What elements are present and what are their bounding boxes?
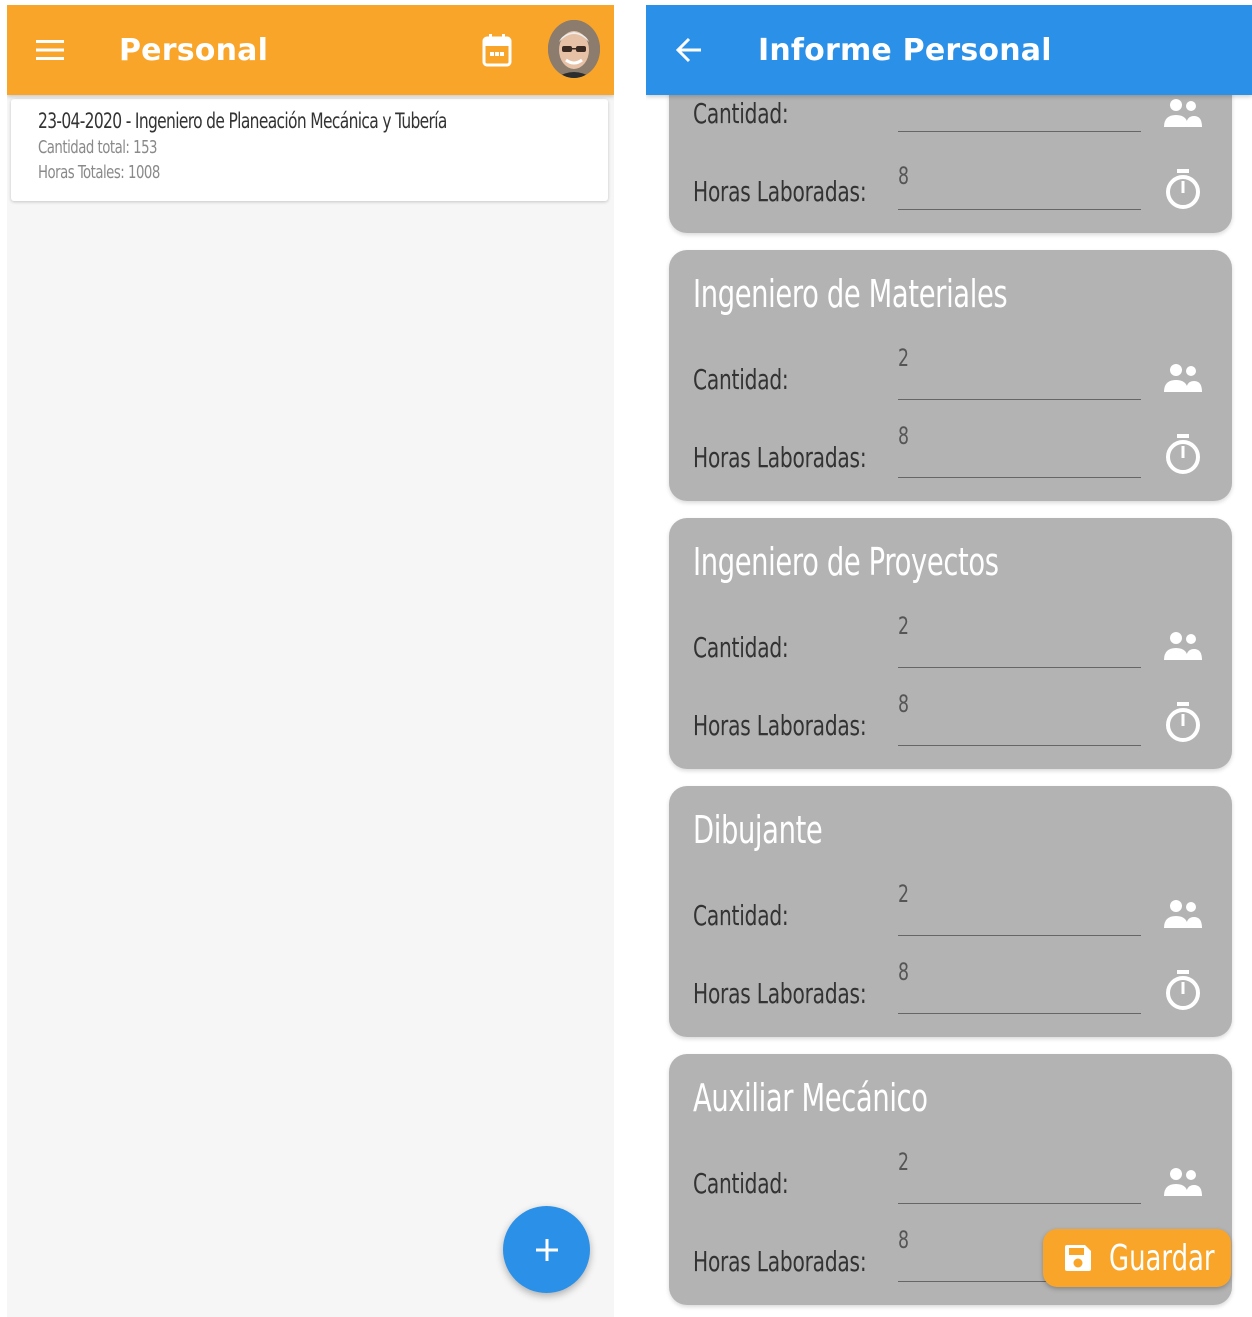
save-icon [1063, 1243, 1093, 1273]
hours-value[interactable]: 8 [898, 1226, 909, 1254]
role-card-list: Cantidad: 8 Horas Laboradas: Ingeniero d… [646, 5, 1252, 1317]
hours-value[interactable]: 8 [898, 958, 909, 986]
hours-label: Horas Laboradas: [693, 1245, 867, 1278]
hours-input[interactable] [898, 477, 1141, 478]
hours-label: Horas Laboradas: [693, 977, 867, 1010]
list-item[interactable]: 23-04-2020 - Ingeniero de Planeación Mec… [11, 99, 608, 201]
people-icon [1161, 91, 1205, 135]
hours-label: Horas Laboradas: [693, 709, 867, 742]
quantity-value[interactable]: 2 [898, 612, 909, 640]
hours-input[interactable] [898, 1013, 1141, 1014]
people-icon [1161, 356, 1205, 400]
hours-input[interactable] [898, 209, 1141, 210]
role-card: Ingeniero de Proyectos 2 Cantidad: 8 Hor… [669, 518, 1232, 769]
report-total-hours: Horas Totales: 1008 [38, 162, 160, 183]
report-total-quantity: Cantidad total: 153 [38, 137, 157, 158]
quantity-input[interactable] [898, 667, 1141, 668]
save-button[interactable]: Guardar [1043, 1229, 1231, 1287]
hours-label: Horas Laboradas: [693, 441, 867, 474]
stopwatch-icon [1161, 700, 1205, 744]
role-card: Dibujante 2 Cantidad: 8 Horas Laboradas: [669, 786, 1232, 1037]
arrow-back-icon[interactable] [672, 33, 706, 67]
add-button[interactable] [503, 1206, 590, 1293]
stopwatch-icon [1161, 968, 1205, 1012]
people-icon [1161, 624, 1205, 668]
hours-value[interactable]: 8 [898, 422, 909, 450]
add-icon [534, 1237, 560, 1263]
report-title: 23-04-2020 - Ingeniero de Planeación Mec… [38, 109, 447, 133]
personal-app-bar: Personal [7, 5, 614, 95]
people-icon [1161, 892, 1205, 936]
save-label: Guardar [1109, 1237, 1215, 1279]
role-title: Auxiliar Mecánico [693, 1076, 928, 1120]
role-card: Ingeniero de Materiales 2 Cantidad: 8 Ho… [669, 250, 1232, 501]
quantity-label: Cantidad: [693, 363, 789, 396]
quantity-input[interactable] [898, 1203, 1141, 1204]
stopwatch-icon [1161, 167, 1205, 211]
quantity-label: Cantidad: [693, 631, 789, 664]
hours-value[interactable]: 8 [898, 690, 909, 718]
informe-personal-screen: Informe Personal Cantidad: 8 Horas Labor… [646, 5, 1252, 1317]
quantity-value[interactable]: 2 [898, 344, 909, 372]
page-title: Personal [119, 33, 269, 68]
informe-app-bar: Informe Personal [646, 5, 1252, 95]
quantity-input[interactable] [898, 935, 1141, 936]
hours-label: Horas Laboradas: [693, 175, 867, 208]
hours-value[interactable]: 8 [898, 162, 909, 190]
avatar[interactable] [548, 20, 600, 78]
quantity-value[interactable]: 2 [898, 880, 909, 908]
quantity-input[interactable] [898, 399, 1141, 400]
calendar-icon[interactable] [479, 31, 515, 69]
quantity-label: Cantidad: [693, 1167, 789, 1200]
personal-screen: Personal 23-04-2020 - Ingeniero de Plane… [7, 5, 614, 1317]
page-title: Informe Personal [758, 33, 1052, 68]
quantity-input[interactable] [898, 131, 1141, 132]
stopwatch-icon [1161, 432, 1205, 476]
menu-icon[interactable] [33, 33, 67, 67]
role-title: Dibujante [693, 808, 823, 852]
quantity-label: Cantidad: [693, 899, 789, 932]
people-icon [1161, 1160, 1205, 1204]
role-title: Ingeniero de Materiales [693, 272, 1008, 316]
role-title: Ingeniero de Proyectos [693, 540, 999, 584]
quantity-value[interactable]: 2 [898, 1148, 909, 1176]
hours-input[interactable] [898, 745, 1141, 746]
quantity-label: Cantidad: [693, 97, 789, 130]
